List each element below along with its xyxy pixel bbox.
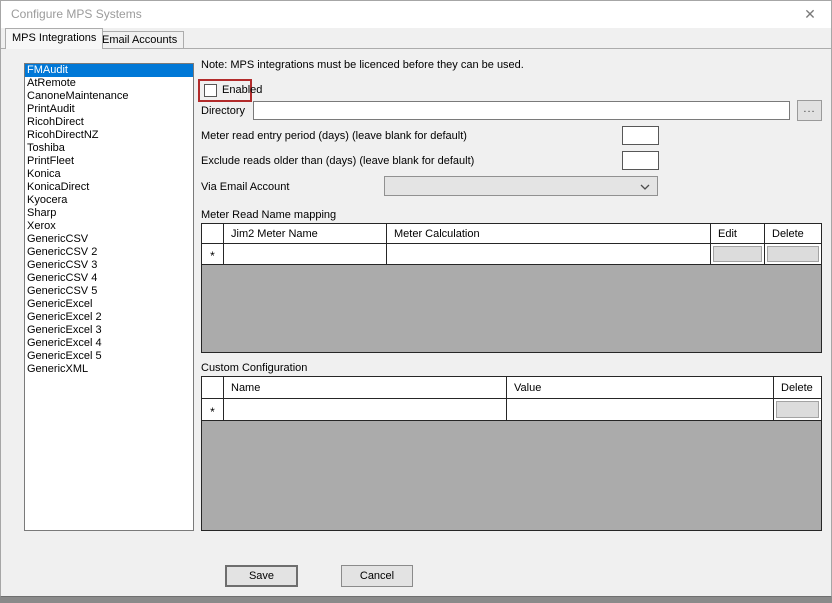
grid-empty-area [202, 265, 821, 352]
meter-read-entry-period-label: Meter read entry period (days) (leave bl… [201, 130, 467, 142]
cell-delete [774, 399, 821, 420]
browse-button[interactable]: ... [797, 100, 822, 121]
column-header-name: Name [224, 377, 507, 398]
tab-mps-integrations[interactable]: MPS Integrations [5, 28, 103, 49]
enabled-checkbox[interactable] [204, 84, 217, 97]
exclude-reads-older-input[interactable] [622, 151, 659, 170]
grid-header-row: Jim2 Meter Name Meter Calculation Edit D… [202, 224, 821, 244]
directory-label: Directory [201, 105, 245, 117]
column-header-meter-calculation: Meter Calculation [387, 224, 711, 243]
list-item[interactable]: Toshiba [25, 142, 193, 155]
column-header-value: Value [507, 377, 774, 398]
custom-configuration-title: Custom Configuration [201, 362, 307, 374]
list-item[interactable]: GenericExcel 2 [25, 311, 193, 324]
list-item[interactable]: GenericCSV 3 [25, 259, 193, 272]
save-button[interactable]: Save [225, 565, 298, 587]
delete-button[interactable] [776, 401, 819, 418]
meter-read-mapping-grid: Jim2 Meter Name Meter Calculation Edit D… [201, 223, 822, 353]
configure-mps-systems-dialog: Configure MPS Systems ✕ MPS Integrations… [0, 0, 832, 597]
cell-value[interactable] [507, 399, 774, 420]
list-item[interactable]: Kyocera [25, 194, 193, 207]
meter-read-mapping-title: Meter Read Name mapping [201, 209, 336, 221]
tab-email-accounts[interactable]: Email Accounts [96, 31, 184, 49]
list-item[interactable]: GenericCSV 5 [25, 285, 193, 298]
cell-name[interactable] [224, 399, 507, 420]
delete-button[interactable] [767, 246, 819, 262]
list-item[interactable]: RicohDirectNZ [25, 129, 193, 142]
list-item[interactable]: GenericCSV 2 [25, 246, 193, 259]
new-row: * [202, 399, 821, 421]
list-item[interactable]: AtRemote [25, 77, 193, 90]
exclude-reads-older-label: Exclude reads older than (days) (leave b… [201, 155, 474, 167]
list-item[interactable]: KonicaDirect [25, 181, 193, 194]
directory-input[interactable] [253, 101, 790, 120]
list-item[interactable]: Konica [25, 168, 193, 181]
title-bar: Configure MPS Systems ✕ [1, 1, 831, 28]
list-item[interactable]: CanoneMaintenance [25, 90, 193, 103]
list-item[interactable]: GenericXML [25, 363, 193, 376]
cancel-button[interactable]: Cancel [341, 565, 413, 587]
via-email-account-dropdown[interactable] [384, 176, 658, 196]
cell-edit [711, 244, 765, 264]
column-header-delete: Delete [765, 224, 821, 243]
grid-corner-cell [202, 377, 224, 398]
tab-strip: MPS Integrations Email Accounts [1, 28, 831, 49]
list-item[interactable]: GenericExcel [25, 298, 193, 311]
license-note: Note: MPS integrations must be licenced … [201, 59, 524, 71]
new-row-marker: * [202, 244, 224, 264]
enabled-highlight-box: Enabled [198, 79, 252, 102]
column-header-jim2-meter-name: Jim2 Meter Name [224, 224, 387, 243]
list-item[interactable]: Sharp [25, 207, 193, 220]
cell-meter-calculation[interactable] [387, 244, 711, 264]
enabled-label: Enabled [222, 84, 262, 97]
list-item[interactable]: FMAudit [25, 64, 193, 77]
grid-corner-cell [202, 224, 224, 243]
column-header-delete: Delete [774, 377, 821, 398]
window-title: Configure MPS Systems [11, 1, 142, 28]
list-item[interactable]: GenericExcel 5 [25, 350, 193, 363]
custom-configuration-grid: Name Value Delete * [201, 376, 822, 531]
meter-read-entry-period-input[interactable] [622, 126, 659, 145]
new-row: * [202, 244, 821, 265]
chevron-down-icon [640, 184, 650, 190]
list-item[interactable]: PrintAudit [25, 103, 193, 116]
via-email-account-label: Via Email Account [201, 181, 289, 193]
cell-delete [765, 244, 821, 264]
grid-header-row: Name Value Delete [202, 377, 821, 399]
close-icon[interactable]: ✕ [795, 1, 825, 28]
list-item[interactable]: GenericCSV [25, 233, 193, 246]
list-item[interactable]: Xerox [25, 220, 193, 233]
screen: Configure MPS Systems ✕ MPS Integrations… [0, 0, 832, 603]
new-row-marker: * [202, 399, 224, 420]
systems-listbox: FMAuditAtRemoteCanoneMaintenancePrintAud… [24, 63, 194, 531]
column-header-edit: Edit [711, 224, 765, 243]
list-item[interactable]: GenericExcel 4 [25, 337, 193, 350]
grid-empty-area [202, 421, 821, 530]
list-item[interactable]: RicohDirect [25, 116, 193, 129]
list-item[interactable]: PrintFleet [25, 155, 193, 168]
edit-button[interactable] [713, 246, 762, 262]
list-item[interactable]: GenericExcel 3 [25, 324, 193, 337]
cell-jim2-meter-name[interactable] [224, 244, 387, 264]
list-item[interactable]: GenericCSV 4 [25, 272, 193, 285]
